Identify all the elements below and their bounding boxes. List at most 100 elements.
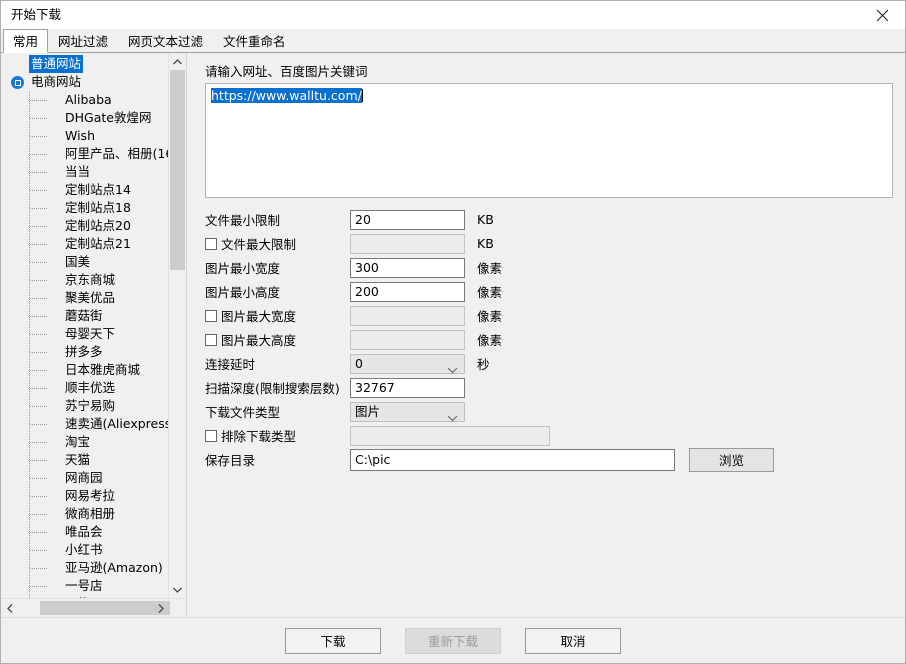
tree-item-label: 定制站点20: [65, 218, 131, 233]
form-row-label: 下载文件类型: [205, 405, 281, 420]
tree-item[interactable]: 微商相册: [1, 505, 186, 523]
scroll-left-icon[interactable]: [1, 599, 18, 617]
tree-item[interactable]: 网商园: [1, 469, 186, 487]
checkbox[interactable]: [205, 309, 217, 322]
tree-scroll-track[interactable]: [169, 70, 186, 581]
checkbox[interactable]: [205, 429, 217, 442]
tree-item-label: 苏宁易购: [65, 398, 116, 413]
text-input: [350, 233, 465, 254]
tree-item[interactable]: 定制站点14: [1, 181, 186, 199]
form-row-label: 连接延时: [205, 357, 256, 372]
tree-item-label: 一号店: [65, 578, 103, 593]
form-row: 图片最大高度 像素: [205, 328, 893, 351]
form-row: 图片最大宽度 像素: [205, 304, 893, 327]
tree-item-label: DHGate敦煌网: [65, 110, 152, 125]
unit-label: 像素: [477, 309, 503, 324]
redownload-button: 重新下载: [405, 627, 501, 654]
tree-item[interactable]: 天猫: [1, 451, 186, 469]
close-icon[interactable]: [859, 1, 905, 29]
site-tree-viewport: 普通网站 电商网站 Alibaba DHGate敦煌网 Wish 阿里产品、相册(1688…: [1, 53, 186, 598]
form-row-label: 文件最大限制: [221, 237, 297, 252]
form-row: 文件最小限制 KB: [205, 208, 893, 231]
tree-item[interactable]: 一号店: [1, 577, 186, 595]
tree-hscroll-track[interactable]: [18, 600, 170, 616]
text-input[interactable]: [350, 257, 465, 278]
tree-item[interactable]: 顺丰优选: [1, 379, 186, 397]
tree-item-label: 母婴天下: [65, 326, 116, 341]
tree-item[interactable]: 定制站点18: [1, 199, 186, 217]
tree-item-label: 淘宝: [65, 434, 91, 449]
tree-item[interactable]: 速卖通(Aliexpress): [1, 415, 186, 433]
scroll-up-icon[interactable]: [169, 53, 186, 70]
tree-item[interactable]: 蘑菇街: [1, 307, 186, 325]
form-row: 图片最小宽度 像素: [205, 256, 893, 279]
text-input[interactable]: [350, 209, 465, 230]
tree-item-label: 日本雅虎商城: [65, 362, 141, 377]
cancel-button[interactable]: 取消: [525, 627, 621, 654]
form-row: 下载文件类型 图片: [205, 400, 893, 423]
text-input[interactable]: [350, 377, 465, 398]
tree-hscroll-thumb[interactable]: [40, 601, 170, 615]
tab-file-rename[interactable]: 文件重命名: [213, 29, 296, 52]
download-button[interactable]: 下载: [285, 627, 381, 654]
site-tree[interactable]: 普通网站 电商网站 Alibaba DHGate敦煌网 Wish 阿里产品、相册(1688…: [1, 53, 186, 598]
form-row: 图片最小高度 像素: [205, 280, 893, 303]
tree-item[interactable]: 国美: [1, 253, 186, 271]
tree-horizontal-scrollbar[interactable]: [1, 598, 186, 617]
tree-item[interactable]: DHGate敦煌网: [1, 109, 186, 127]
tree-item[interactable]: 拼多多: [1, 343, 186, 361]
combobox[interactable]: 0: [350, 353, 465, 374]
scroll-down-icon[interactable]: [169, 581, 186, 598]
tree-vertical-scrollbar[interactable]: [168, 53, 186, 598]
tree-item[interactable]: 淘宝: [1, 433, 186, 451]
checkbox[interactable]: [205, 333, 217, 346]
chevron-down-icon[interactable]: [447, 361, 458, 379]
tree-item-label: 拼多多: [65, 344, 103, 359]
tree-item[interactable]: 京东商城: [1, 271, 186, 289]
settings-form: 请输入网址、百度图片关键词 https://www.walltu.com/ 文件…: [187, 53, 905, 617]
tree-item[interactable]: 定制站点20: [1, 217, 186, 235]
tree-item-label: 定制站点21: [65, 236, 131, 251]
tree-item-label: 天猫: [65, 452, 91, 467]
tree-item[interactable]: 普通网站: [1, 55, 186, 73]
tree-scroll-thumb[interactable]: [170, 70, 185, 270]
tab-text-filter[interactable]: 网页文本过滤: [118, 29, 214, 52]
window-title: 开始下载: [11, 7, 62, 22]
tree-item[interactable]: 亚马逊(Amazon): [1, 559, 186, 577]
tree-item[interactable]: 母婴天下: [1, 325, 186, 343]
tree-item[interactable]: 定制站点21: [1, 235, 186, 253]
text-input: [350, 305, 465, 326]
tree-item-label: 京东商城: [65, 272, 116, 287]
unit-label: 像素: [477, 285, 503, 300]
tree-item[interactable]: Wish: [1, 127, 186, 145]
tree-item[interactable]: 聚美优品: [1, 289, 186, 307]
tree-item[interactable]: 唯品会: [1, 523, 186, 541]
tab-url-filter[interactable]: 网址过滤: [48, 29, 119, 52]
browse-button[interactable]: 浏览: [689, 447, 774, 472]
tree-item-label: 电商网站: [31, 74, 82, 89]
scroll-right-icon[interactable]: [152, 599, 169, 617]
tree-item[interactable]: 电商网站: [1, 73, 186, 91]
tab-common[interactable]: 常用: [3, 29, 49, 53]
tree-item[interactable]: 苏宁易购: [1, 397, 186, 415]
text-input[interactable]: [350, 281, 465, 302]
form-row-label: 图片最小宽度: [205, 261, 281, 276]
expanded-node-icon[interactable]: [11, 76, 24, 89]
url-input[interactable]: https://www.walltu.com/: [205, 83, 893, 198]
unit-label: 像素: [477, 261, 503, 276]
chevron-down-icon[interactable]: [447, 409, 458, 427]
tree-item-label: 网商园: [65, 470, 103, 485]
form-row-label-wrap: 扫描深度(限制搜索层数): [205, 378, 350, 397]
tree-item[interactable]: 小红书: [1, 541, 186, 559]
tree-item[interactable]: 阿里产品、相册(1688: [1, 145, 186, 163]
combobox[interactable]: 图片: [350, 401, 465, 422]
form-row-label-wrap: 保存目录: [205, 450, 350, 469]
tree-item[interactable]: 当当: [1, 163, 186, 181]
tree-item-label: Alibaba: [65, 92, 112, 107]
tree-item[interactable]: 网易考拉: [1, 487, 186, 505]
tree-item[interactable]: Alibaba: [1, 91, 186, 109]
save-directory-input[interactable]: [350, 448, 675, 471]
checkbox[interactable]: [205, 237, 217, 250]
tree-item[interactable]: 日本雅虎商城: [1, 361, 186, 379]
tree-item-label: 顺丰优选: [65, 380, 116, 395]
